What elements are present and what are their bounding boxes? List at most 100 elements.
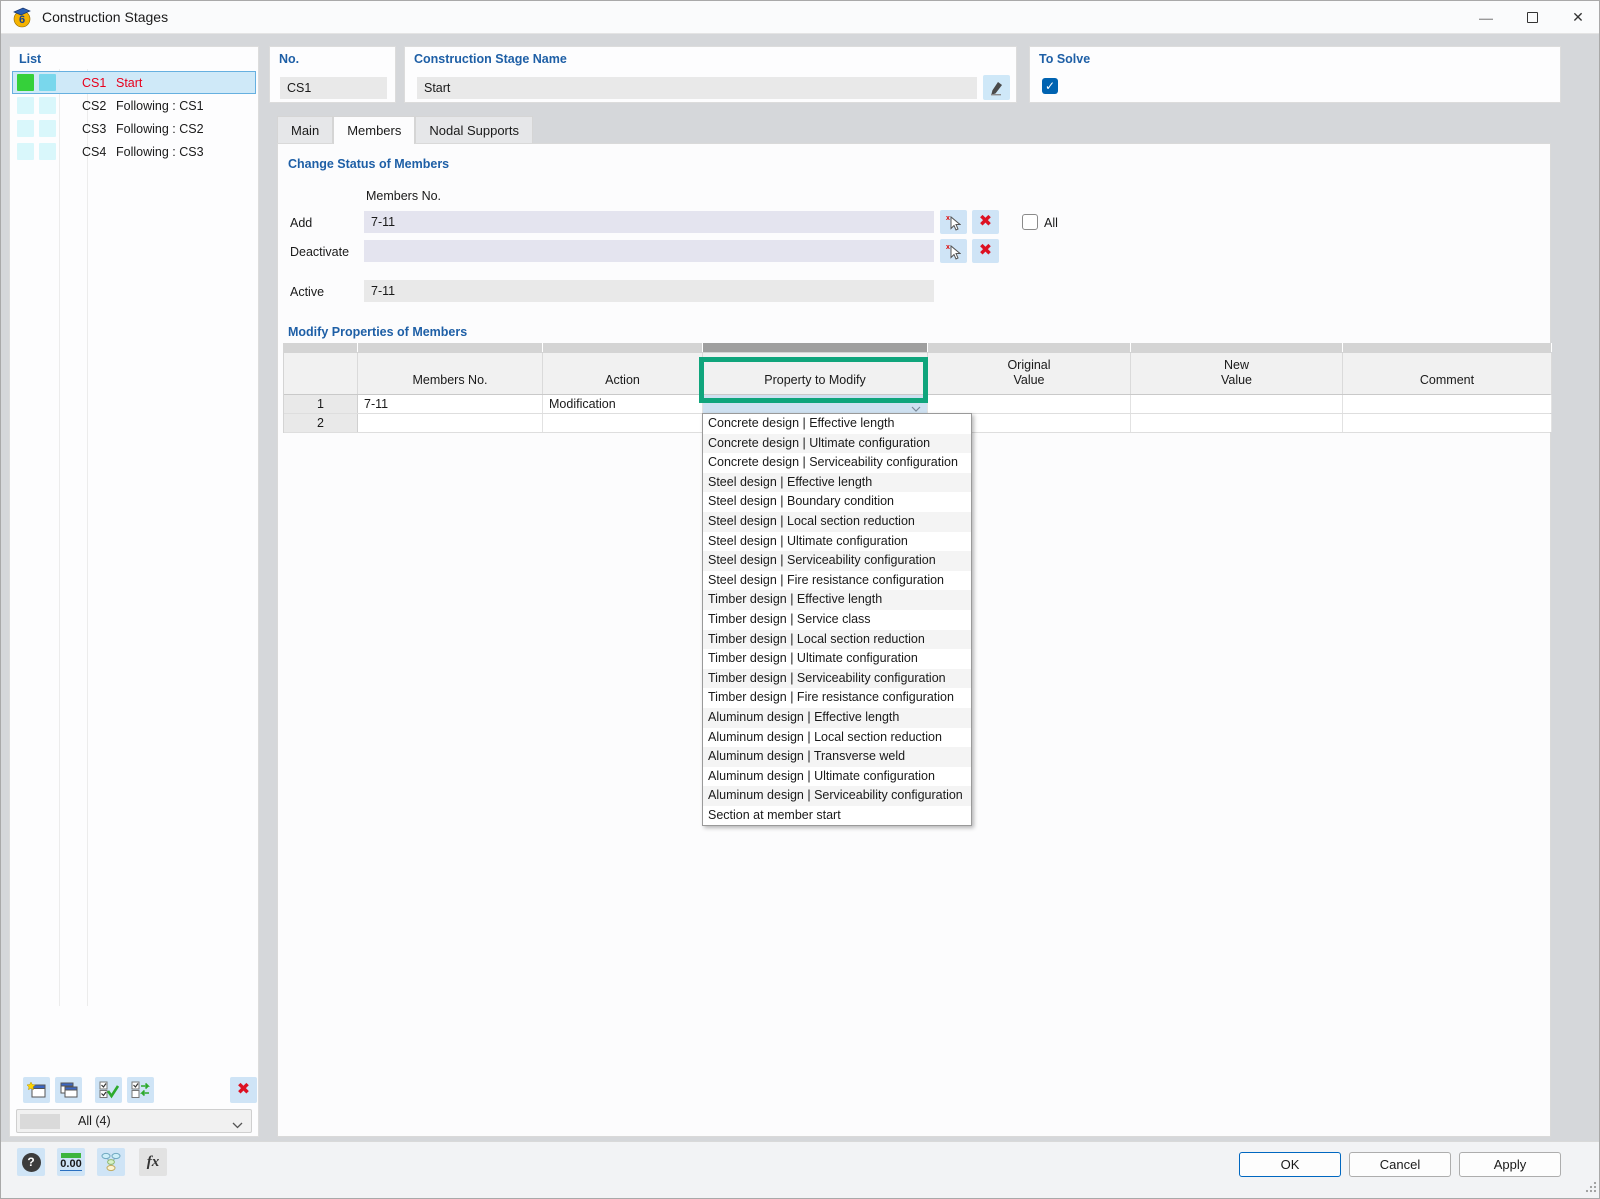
app-icon: 6: [11, 6, 33, 28]
dropdown-option[interactable]: Concrete design | Effective length: [703, 414, 971, 434]
property-to-modify-select[interactable]: [703, 395, 928, 413]
help-button[interactable]: ?: [17, 1148, 45, 1176]
cell-action[interactable]: Modification: [543, 395, 703, 413]
filter-swatch: [20, 1114, 60, 1129]
row-number: 1: [284, 395, 358, 413]
new-stage-button[interactable]: [23, 1077, 50, 1103]
dropdown-option[interactable]: Aluminum design | Ultimate configuration: [703, 767, 971, 787]
stage-list-toolbar: ✖: [10, 1077, 258, 1103]
dropdown-option[interactable]: Section at member start: [703, 806, 971, 826]
stage-status-swatch: [17, 143, 34, 160]
model-tree-button[interactable]: [97, 1148, 125, 1176]
dropdown-option[interactable]: Timber design | Fire resistance configur…: [703, 688, 971, 708]
tab-nodal-supports[interactable]: Nodal Supports: [415, 116, 533, 143]
active-label: Active: [290, 285, 324, 299]
column-grip[interactable]: [1343, 343, 1552, 352]
stage-status-swatch: [17, 120, 34, 137]
add-members-input[interactable]: 7-11: [364, 211, 934, 233]
list-grid-line: [59, 69, 60, 1006]
header-comment: Comment: [1343, 353, 1552, 394]
stage-name-input[interactable]: Start: [417, 77, 977, 99]
header-row-number: [284, 353, 358, 394]
add-label: Add: [290, 216, 312, 230]
cell-members-no[interactable]: [358, 414, 543, 432]
ok-button[interactable]: OK: [1239, 1152, 1341, 1177]
dropdown-option[interactable]: Aluminum design | Serviceability configu…: [703, 786, 971, 806]
dropdown-option[interactable]: Steel design | Fire resistance configura…: [703, 571, 971, 591]
tab-members[interactable]: Members: [333, 116, 415, 144]
dropdown-option[interactable]: Aluminum design | Local section reductio…: [703, 728, 971, 748]
stage-filter-dropdown[interactable]: All (4): [16, 1109, 252, 1133]
list-item-cs1[interactable]: CS1Start: [12, 71, 256, 94]
dropdown-option[interactable]: Steel design | Boundary condition: [703, 492, 971, 512]
invert-check-button[interactable]: [127, 1077, 154, 1103]
maximize-glyph: [1527, 12, 1538, 23]
cell-original-value[interactable]: [928, 395, 1131, 413]
stage-status-swatch: [17, 74, 34, 91]
clear-deactivate-button[interactable]: ✖: [972, 239, 999, 263]
stage-name: Following : CS3: [116, 145, 204, 159]
pick-members-button[interactable]: x: [940, 210, 967, 234]
cell-comment[interactable]: [1343, 414, 1552, 432]
clear-add-button[interactable]: ✖: [972, 210, 999, 234]
all-members-checkbox[interactable]: [1022, 214, 1038, 230]
column-grip[interactable]: [358, 343, 543, 352]
column-grip[interactable]: [928, 343, 1131, 352]
clear-icon: ✖: [979, 214, 992, 230]
delete-stage-button[interactable]: ✖: [230, 1077, 257, 1103]
dropdown-option[interactable]: Timber design | Ultimate configuration: [703, 649, 971, 669]
column-grip[interactable]: [1131, 343, 1343, 352]
cell-action[interactable]: [543, 414, 703, 432]
cancel-button[interactable]: Cancel: [1349, 1152, 1451, 1177]
check-all-button[interactable]: [95, 1077, 122, 1103]
pick-members-button[interactable]: x: [940, 239, 967, 263]
resize-grip[interactable]: [1585, 1181, 1597, 1196]
dropdown-option[interactable]: Timber design | Serviceability configura…: [703, 669, 971, 689]
cell-comment[interactable]: [1343, 395, 1552, 413]
cell-members-no[interactable]: 7-11: [358, 395, 543, 413]
stage-color-swatch: [39, 97, 56, 114]
stage-no-field: CS1: [280, 77, 387, 99]
units-value: 0.00: [60, 1159, 81, 1171]
copy-stage-button[interactable]: [55, 1077, 82, 1103]
dropdown-option[interactable]: Aluminum design | Transverse weld: [703, 747, 971, 767]
list-item-cs2[interactable]: CS2Following : CS1: [12, 94, 256, 117]
dropdown-option[interactable]: Timber design | Local section reduction: [703, 630, 971, 650]
list-grid-line: [87, 69, 88, 1006]
cell-new-value[interactable]: [1131, 414, 1343, 432]
column-grip[interactable]: [284, 343, 358, 352]
row-number: 2: [284, 414, 358, 432]
cell-new-value[interactable]: [1131, 395, 1343, 413]
apply-button[interactable]: Apply: [1459, 1152, 1561, 1177]
dropdown-option[interactable]: Steel design | Ultimate configuration: [703, 532, 971, 552]
window-title: Construction Stages: [42, 9, 168, 25]
list-item-cs4[interactable]: CS4Following : CS3: [12, 140, 256, 163]
formula-button[interactable]: fx: [139, 1148, 167, 1176]
dropdown-option[interactable]: Steel design | Local section reduction: [703, 512, 971, 532]
dropdown-option[interactable]: Concrete design | Serviceability configu…: [703, 453, 971, 473]
edit-name-button[interactable]: [983, 75, 1010, 100]
to-solve-checkbox[interactable]: ✓: [1042, 78, 1058, 94]
dropdown-option[interactable]: Steel design | Serviceability configurat…: [703, 551, 971, 571]
dialog-footer: ? 0.00 fx OK Cancel Apply: [1, 1141, 1600, 1199]
chevron-down-icon: [232, 1118, 243, 1132]
close-icon[interactable]: ✕: [1555, 1, 1600, 34]
minimize-icon[interactable]: —: [1463, 1, 1509, 34]
column-grip-selected[interactable]: [703, 343, 928, 352]
maximize-icon[interactable]: [1509, 1, 1555, 34]
pencil-icon: [988, 80, 1005, 96]
table-header-row: Members No. Action Property to Modify Or…: [284, 352, 1550, 395]
deactivate-members-input[interactable]: [364, 240, 934, 262]
help-icon: ?: [22, 1153, 41, 1172]
dropdown-option[interactable]: Timber design | Effective length: [703, 590, 971, 610]
active-members-field: 7-11: [364, 280, 934, 302]
tab-main[interactable]: Main: [277, 116, 333, 143]
column-grip[interactable]: [543, 343, 703, 352]
dropdown-option[interactable]: Steel design | Effective length: [703, 473, 971, 493]
dropdown-option[interactable]: Aluminum design | Effective length: [703, 708, 971, 728]
dropdown-option[interactable]: Timber design | Service class: [703, 610, 971, 630]
dropdown-option[interactable]: Concrete design | Ultimate configuration: [703, 434, 971, 454]
list-item-cs3[interactable]: CS3Following : CS2: [12, 117, 256, 140]
units-settings-button[interactable]: 0.00: [57, 1148, 85, 1176]
change-status-title: Change Status of Members: [288, 157, 449, 171]
